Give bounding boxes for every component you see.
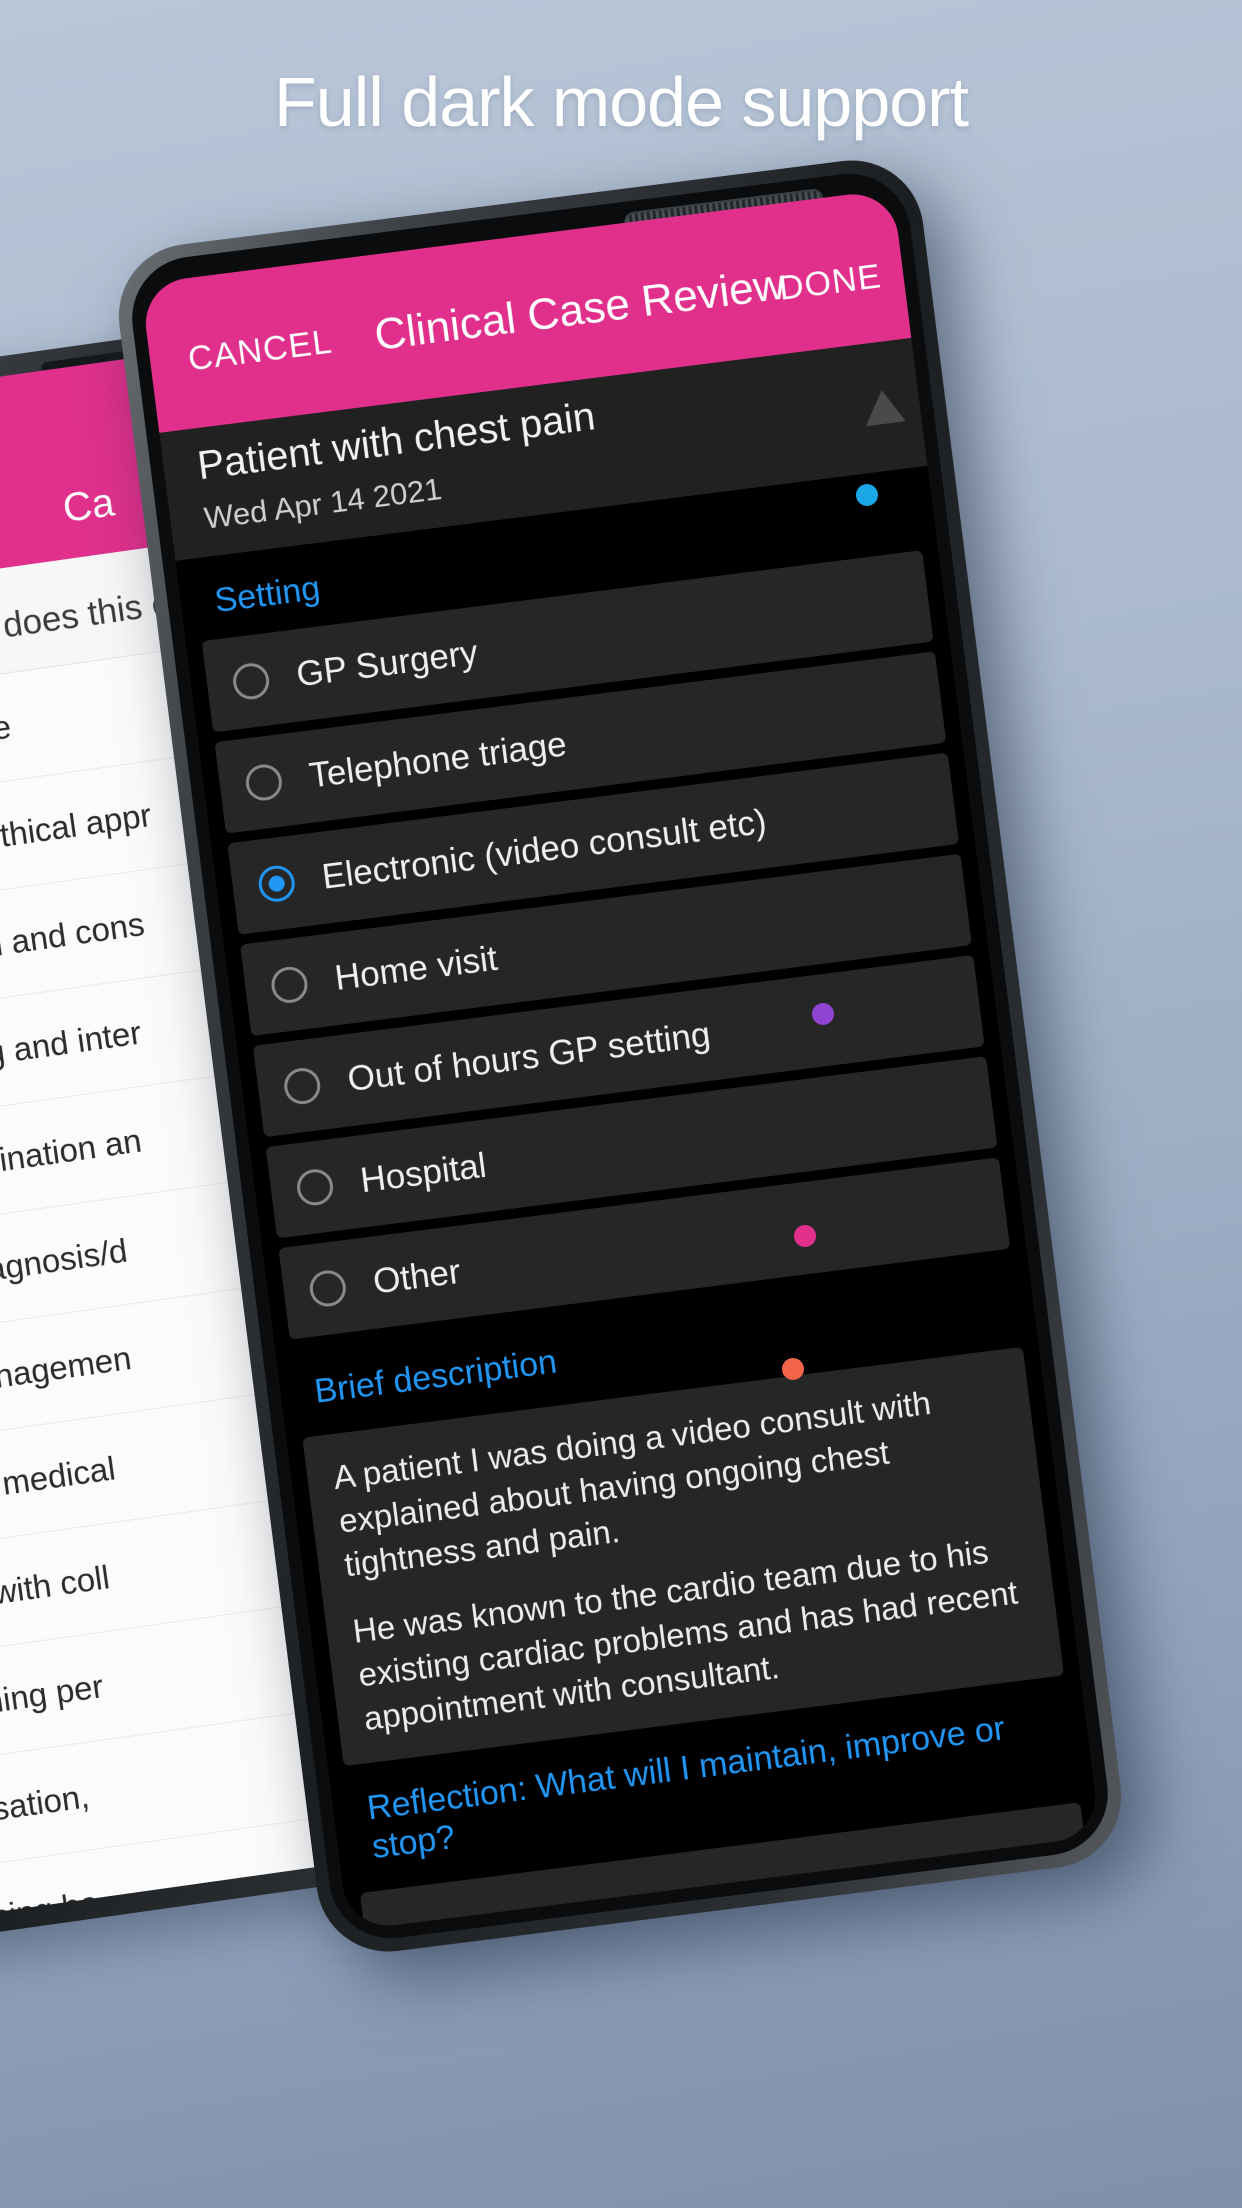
radio-label: Electronic (video consult etc): [319, 801, 769, 897]
accent-dot-blue: [856, 484, 878, 506]
page-title: Clinical Case Review: [371, 259, 788, 360]
promo-headline: Full dark mode support: [274, 63, 969, 141]
radio-label: Hospital: [358, 1145, 489, 1201]
radio-icon[interactable]: [243, 762, 285, 803]
radio-label: Telephone triage: [307, 724, 569, 796]
back-phone-appbar-title: Ca: [60, 480, 117, 531]
radio-icon[interactable]: [269, 964, 310, 1005]
radio-label: Other: [370, 1251, 463, 1302]
radio-icon-selected[interactable]: [256, 863, 297, 904]
radio-icon[interactable]: [231, 661, 272, 702]
radio-icon[interactable]: [307, 1268, 348, 1309]
warning-icon: [861, 387, 906, 427]
cancel-button[interactable]: CANCEL: [186, 323, 335, 380]
accent-dot-orange: [782, 1358, 804, 1380]
radio-label: Home visit: [332, 938, 500, 998]
radio-label: GP Surgery: [294, 632, 480, 695]
radio-icon[interactable]: [294, 1167, 336, 1208]
radio-label: Out of hours GP setting: [345, 1014, 713, 1100]
radio-icon[interactable]: [282, 1065, 323, 1107]
accent-dot-pink: [794, 1225, 816, 1247]
setting-radio-group: GP Surgery Telephone triage Electronic (…: [186, 548, 1026, 1341]
accent-dot-purple: [812, 1003, 834, 1025]
done-button[interactable]: DONE: [777, 257, 884, 309]
